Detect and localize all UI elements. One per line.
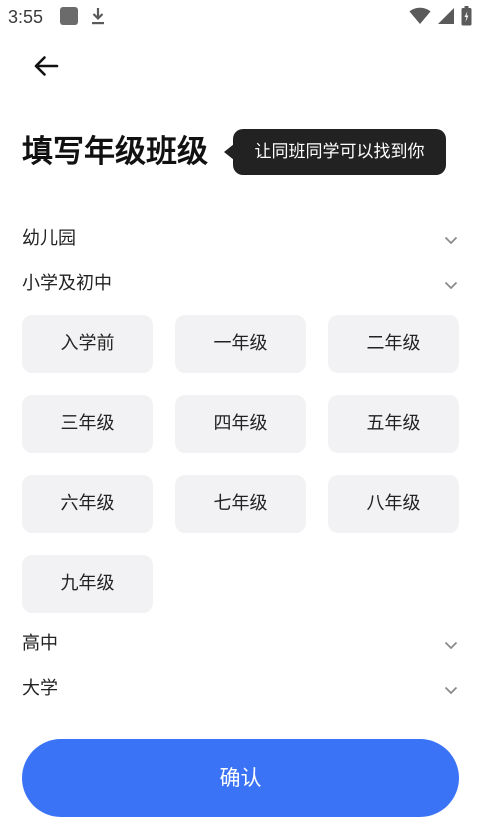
grade-button[interactable]: 九年级 <box>22 555 153 613</box>
grade-button[interactable]: 三年级 <box>22 395 153 453</box>
wifi-icon <box>409 7 431 25</box>
confirm-button[interactable]: 确认 <box>22 739 459 817</box>
app-icon <box>60 7 78 25</box>
signal-icon <box>437 7 455 25</box>
grade-button[interactable]: 七年级 <box>175 475 306 533</box>
arrow-left-icon <box>33 55 59 81</box>
grade-button[interactable]: 六年级 <box>22 475 153 533</box>
chevron-down-icon <box>444 277 458 291</box>
status-time: 3:55 <box>8 7 44 27</box>
grade-button[interactable]: 入学前 <box>22 315 153 373</box>
grade-button[interactable]: 八年级 <box>328 475 459 533</box>
category-primary-middle[interactable]: 小学及初中 <box>22 269 460 299</box>
grade-button[interactable]: 四年级 <box>175 395 306 453</box>
battery-icon <box>461 6 472 26</box>
grade-button[interactable]: 一年级 <box>175 315 306 373</box>
status-bar: 3:55 <box>0 0 480 34</box>
chevron-down-icon <box>444 637 458 651</box>
category-label: 大学 <box>22 678 58 699</box>
category-kindergarten[interactable]: 幼儿园 <box>22 224 460 254</box>
grade-button[interactable]: 二年级 <box>328 315 459 373</box>
back-button[interactable] <box>28 50 64 86</box>
download-icon <box>90 6 106 26</box>
category-high-school[interactable]: 高中 <box>22 629 460 659</box>
tooltip: 让同班同学可以找到你 <box>233 129 446 175</box>
category-label: 高中 <box>22 633 58 654</box>
chevron-down-icon <box>444 232 458 246</box>
page-title: 填写年级班级 <box>22 134 208 170</box>
grade-button[interactable]: 五年级 <box>328 395 459 453</box>
category-university[interactable]: 大学 <box>22 674 460 704</box>
category-label: 幼儿园 <box>22 228 76 249</box>
chevron-down-icon <box>444 682 458 696</box>
category-label: 小学及初中 <box>22 273 112 294</box>
